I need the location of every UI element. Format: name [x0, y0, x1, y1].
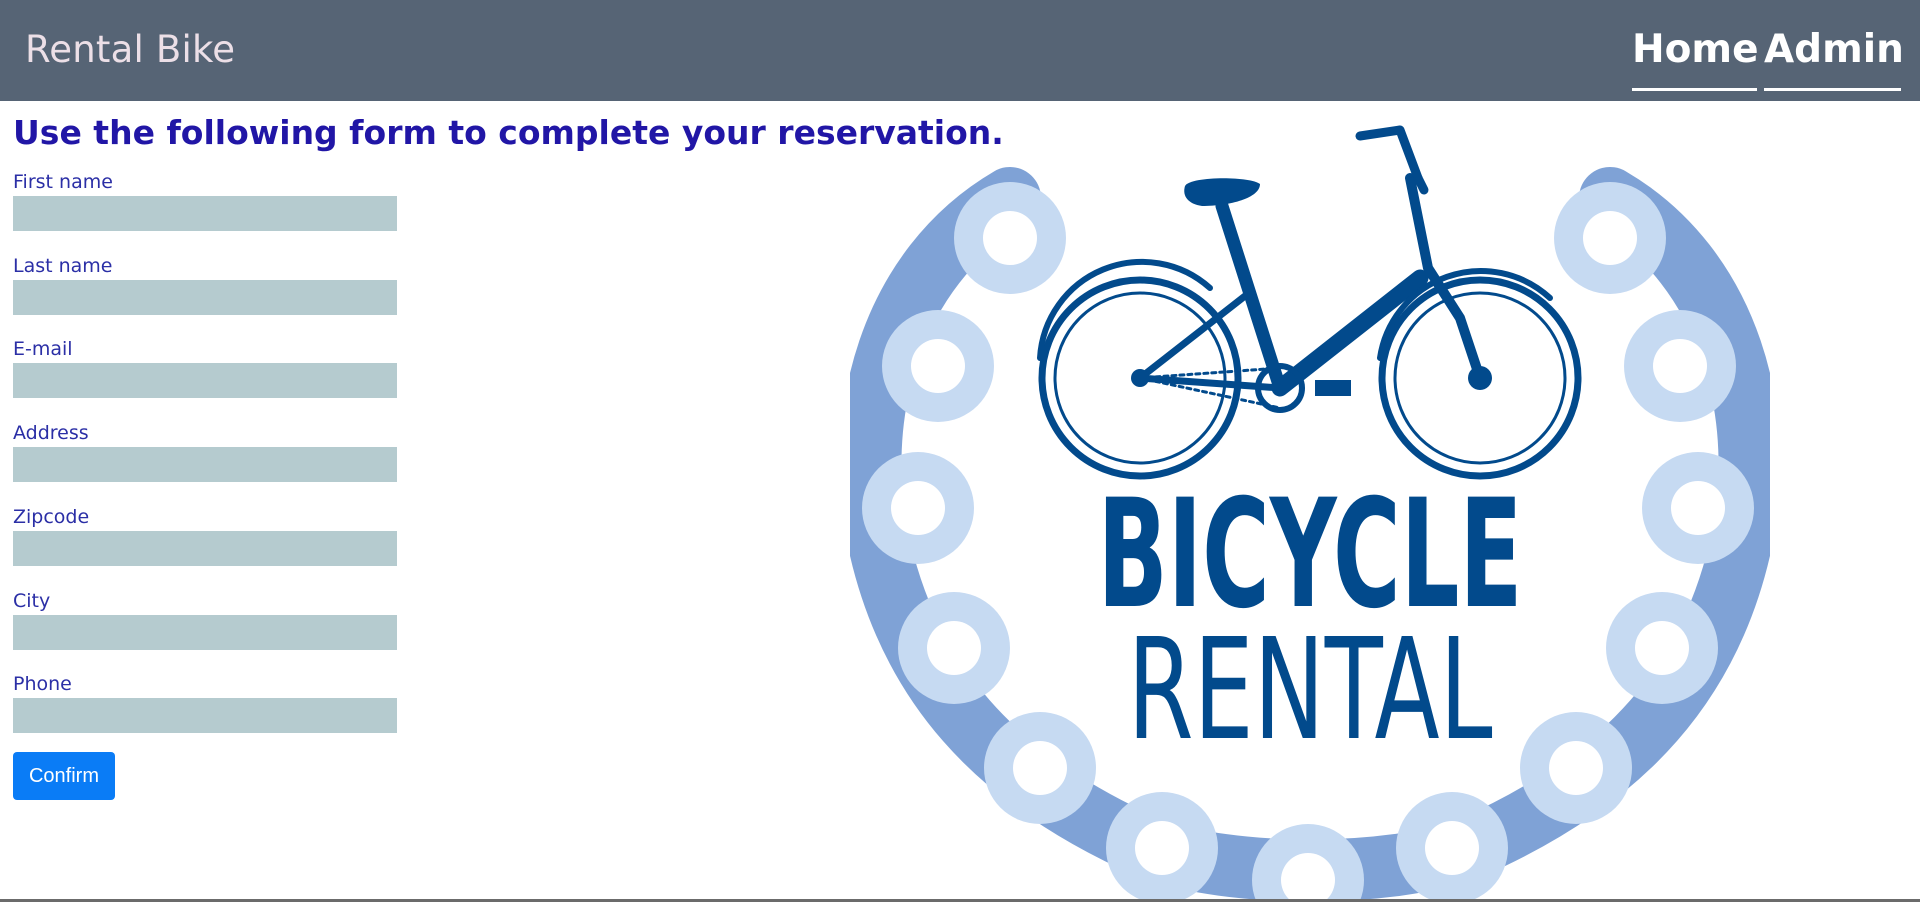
last-name-label: Last name [13, 255, 113, 277]
address-label: Address [13, 422, 89, 444]
last-name-input[interactable] [13, 280, 397, 315]
city-input[interactable] [13, 615, 397, 650]
navbar: Rental Bike Home Admin [0, 0, 1920, 101]
city-label: City [13, 590, 51, 612]
email-input[interactable] [13, 363, 397, 398]
zipcode-label: Zipcode [13, 506, 90, 528]
phone-input[interactable] [13, 698, 397, 733]
brand-title[interactable]: Rental Bike [25, 28, 235, 71]
email-label: E-mail [13, 338, 73, 360]
nav-link-admin[interactable]: Admin [1764, 22, 1904, 91]
logo-line2: RENTAL [1128, 609, 1493, 772]
bicycle-icon [1037, 125, 1582, 480]
zipcode-input[interactable] [13, 531, 397, 566]
nav-link-home[interactable]: Home [1632, 22, 1759, 91]
phone-label: Phone [13, 673, 72, 695]
first-name-label: First name [13, 171, 113, 193]
first-name-input[interactable] [13, 196, 397, 231]
confirm-button[interactable]: Confirm [13, 752, 115, 800]
address-input[interactable] [13, 447, 397, 482]
bicycle-rental-logo: BICYCLE RENTAL [839, 118, 1781, 906]
